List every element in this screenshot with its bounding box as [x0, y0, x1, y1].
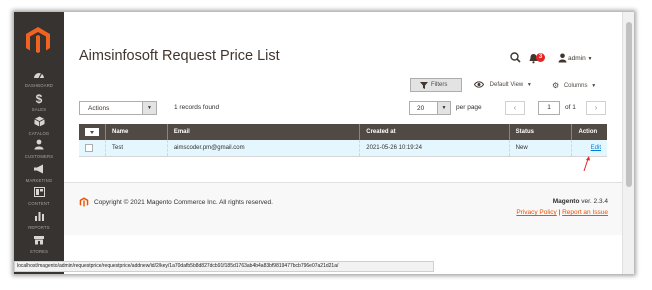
chevron-right-icon: ›: [594, 103, 598, 112]
app-window: DASHBOARD $ SALES CATALOG CUSTOMERS MARK…: [14, 12, 634, 274]
admin-sidebar: DASHBOARD $ SALES CATALOG CUSTOMERS MARK…: [14, 12, 64, 274]
footer-separator: |: [558, 209, 561, 216]
edit-link[interactable]: Edit: [591, 145, 601, 151]
sidebar-item-content[interactable]: CONTENT: [14, 186, 64, 212]
admin-user-menu[interactable]: admin ▼: [568, 55, 592, 62]
cell-action: Edit: [571, 140, 607, 157]
bar-chart-icon: [14, 210, 64, 224]
column-header-action: Action: [571, 124, 607, 140]
copyright-text: Copyright © 2021 Magento Commerce Inc. A…: [94, 199, 273, 206]
table-row[interactable]: Test aimscoder.pm@gmail.com 2021-05-26 1…: [79, 140, 607, 157]
mass-select-checkbox[interactable]: [85, 128, 99, 136]
version-info: Magento ver. 2.3.4: [553, 198, 608, 205]
footer-links: Privacy Policy | Report an Issue: [516, 209, 608, 216]
vertical-scrollbar[interactable]: [622, 12, 634, 274]
privacy-policy-link[interactable]: Privacy Policy: [516, 209, 556, 216]
sidebar-item-label: STORES: [29, 249, 49, 254]
browser-status-bar: localhost/magento/admin/requestprice/req…: [14, 261, 434, 272]
row-checkbox[interactable]: [85, 143, 93, 152]
main-content: Aimsinfosoft Request Price List 3 admin …: [64, 12, 622, 274]
page-title: Aimsinfosoft Request Price List: [79, 48, 280, 64]
column-header-name[interactable]: Name: [105, 124, 168, 140]
default-view-dropdown[interactable]: Default View ▼: [473, 81, 532, 89]
notification-badge[interactable]: 3: [536, 53, 545, 62]
eye-icon: [473, 81, 485, 88]
magento-logo[interactable]: [25, 26, 51, 54]
sidebar-item-label: CONTENT: [28, 201, 50, 206]
records-found-count: 1 records found: [174, 104, 220, 111]
people-icon: [14, 139, 64, 153]
report-issue-link[interactable]: Report an Issue: [562, 209, 608, 216]
per-page-label: per page: [456, 104, 482, 111]
sidebar-item-sales[interactable]: $ SALES: [14, 92, 64, 118]
sidebar-item-label: CUSTOMERS: [24, 154, 54, 159]
default-view-label: Default View: [489, 82, 524, 89]
user-icon[interactable]: [558, 53, 567, 66]
scrollbar-thumb[interactable]: [626, 22, 632, 187]
grid-header-row: Name Email Created at Status Action: [79, 124, 607, 140]
cell-status: New: [508, 140, 572, 157]
previous-page-button[interactable]: ‹: [505, 101, 525, 115]
chevron-down-icon: ▼: [526, 82, 532, 89]
cell-created-at: 2021-05-26 10:19:24: [359, 140, 510, 157]
chevron-down-icon: ▼: [437, 102, 450, 114]
sidebar-item-stores[interactable]: STORES: [14, 234, 64, 260]
chevron-down-icon: ▼: [591, 83, 597, 90]
version-number: ver. 2.3.4: [581, 198, 608, 205]
column-header-email[interactable]: Email: [166, 124, 360, 140]
chevron-left-icon: ‹: [513, 103, 517, 112]
sidebar-item-label: CATALOG: [28, 131, 50, 136]
sidebar-item-label: REPORTS: [28, 225, 50, 230]
gear-icon: ⚙: [552, 81, 560, 90]
mass-actions-select[interactable]: Actions ▼: [79, 101, 157, 115]
column-header-status[interactable]: Status: [508, 124, 572, 140]
filters-button[interactable]: Filters: [410, 78, 462, 92]
search-icon[interactable]: [510, 52, 521, 66]
actions-label: Actions: [88, 105, 110, 112]
sidebar-item-label: MARKETING: [25, 178, 53, 183]
chevron-down-icon: ▼: [142, 102, 156, 114]
sidebar-item-customers[interactable]: CUSTOMERS: [14, 139, 64, 165]
sidebar-item-reports[interactable]: REPORTS: [14, 210, 64, 236]
column-header-created-at[interactable]: Created at: [359, 124, 510, 140]
dashboard-icon: [14, 68, 64, 82]
filters-label: Filters: [431, 82, 448, 88]
current-page-input[interactable]: 1: [538, 101, 560, 115]
sidebar-item-dashboard[interactable]: DASHBOARD: [14, 68, 64, 94]
sidebar-item-label: DASHBOARD: [24, 83, 54, 88]
cell-name: Test: [105, 140, 168, 157]
admin-username: admin: [568, 55, 586, 62]
magento-footer-logo: [79, 197, 89, 207]
next-page-button[interactable]: ›: [586, 101, 606, 115]
box-icon: [14, 116, 64, 130]
columns-label: Columns: [563, 83, 588, 90]
page-total: of 1: [565, 104, 576, 111]
per-page-value: 20: [417, 105, 425, 112]
request-price-grid: Name Email Created at Status Action Test…: [79, 124, 607, 157]
chevron-down-icon: ▼: [587, 56, 593, 62]
store-icon: [14, 234, 64, 248]
dollar-icon: $: [35, 92, 43, 106]
per-page-select[interactable]: 20 ▼: [409, 101, 451, 115]
red-arrow-annotation: [583, 156, 590, 172]
version-brand: Magento: [552, 198, 580, 205]
row-select-cell: [79, 140, 106, 157]
layout-icon: [14, 186, 64, 200]
sidebar-item-label: SALES: [31, 107, 47, 112]
columns-dropdown[interactable]: ⚙ Columns ▼: [552, 81, 596, 90]
megaphone-icon: [14, 163, 64, 177]
mass-select-header[interactable]: [79, 124, 106, 140]
filter-icon: [420, 82, 428, 89]
cell-email: aimscoder.pm@gmail.com: [166, 140, 360, 157]
